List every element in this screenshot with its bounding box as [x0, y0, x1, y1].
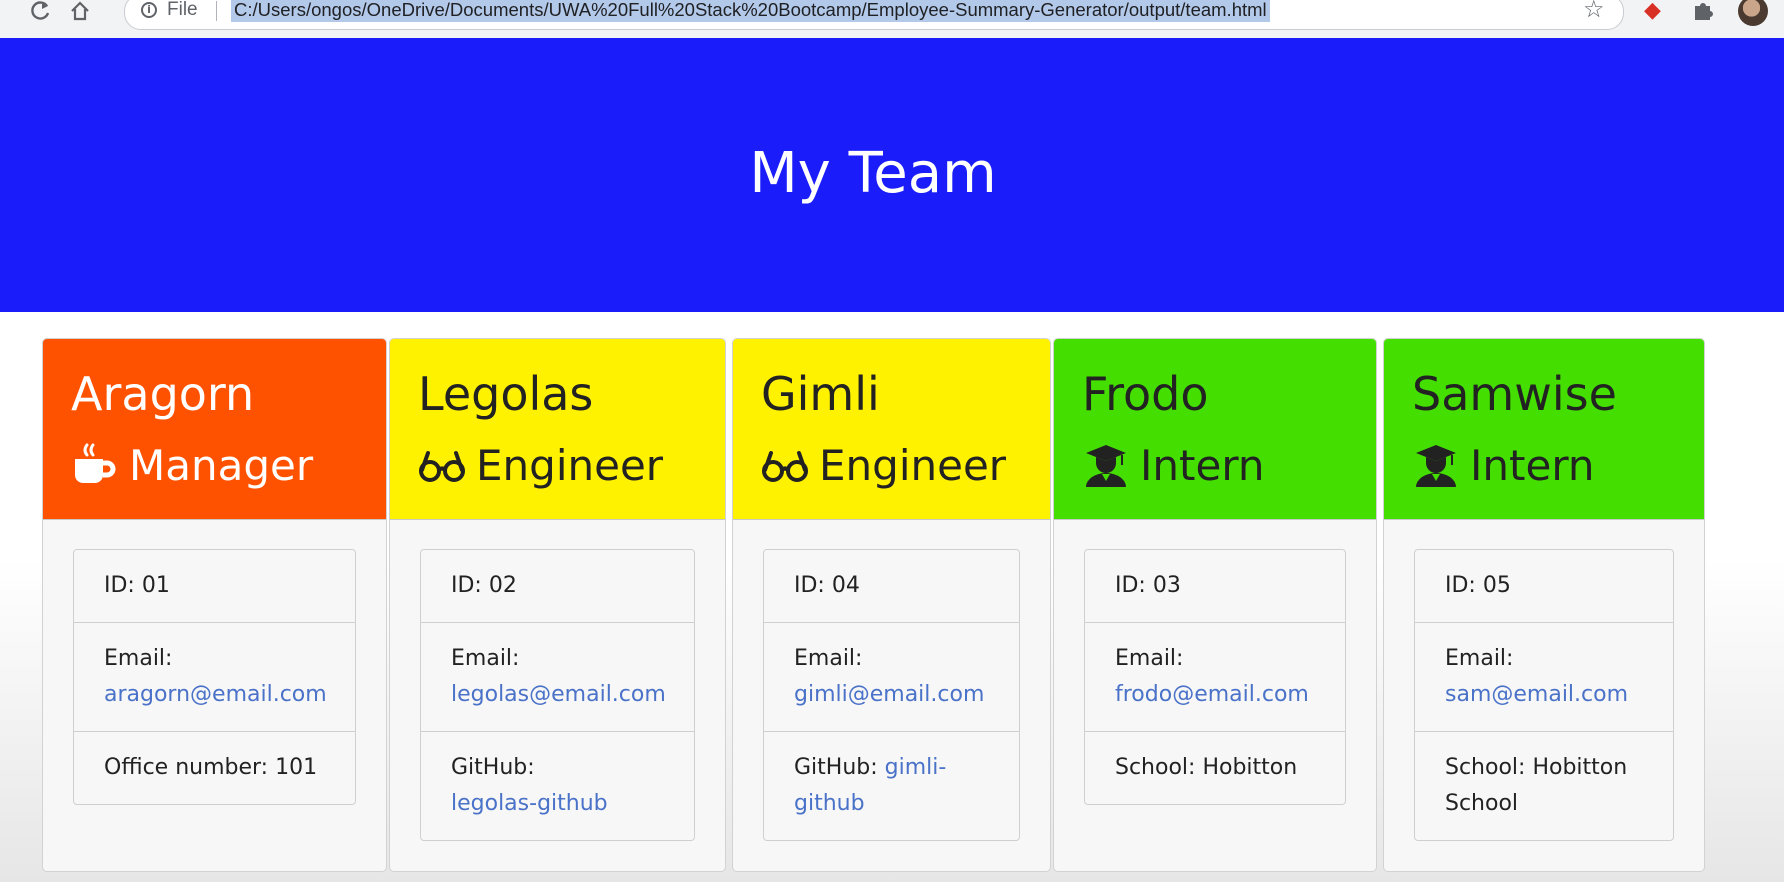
graduate-icon [1086, 445, 1126, 487]
employee-role: Intern [1082, 433, 1264, 497]
employee-id: ID: 01 [104, 573, 170, 598]
glasses-icon [762, 451, 808, 482]
employee-name: Frodo [1082, 367, 1209, 421]
list-item-github: GitHub: gimli-github [764, 731, 1019, 840]
employee-name: Gimli [761, 367, 880, 421]
file-scheme-label: File [167, 0, 198, 20]
card-header: Gimli Engineer [733, 339, 1050, 520]
github-label: GitHub: [451, 755, 535, 780]
email-label: Email: [1115, 646, 1184, 671]
employee-card: Frodo Intern ID: 03 Email: frodo@email.c… [1053, 338, 1377, 872]
profile-avatar[interactable] [1738, 0, 1768, 26]
employee-id: ID: 05 [1445, 573, 1511, 598]
home-icon[interactable] [68, 0, 92, 24]
list-item-email: Email: gimli@email.com [764, 622, 1019, 731]
email-label: Email: [1445, 646, 1514, 671]
glasses-icon [419, 451, 465, 482]
card-header: Frodo Intern [1054, 339, 1376, 520]
star-icon[interactable]: ☆ [1583, 0, 1605, 23]
list-item-id: ID: 05 [1415, 550, 1673, 622]
school-name: School: Hobitton [1115, 755, 1298, 780]
employee-card: Aragorn Manager ID: 01 Email: aragorn@em… [42, 338, 387, 872]
employee-role: Engineer [761, 433, 1006, 497]
mug-icon [75, 443, 116, 483]
employee-name: Aragorn [71, 367, 255, 421]
card-header: Samwise Intern [1384, 339, 1704, 520]
employee-role: Engineer [418, 433, 663, 497]
card-details-list: ID: 05 Email: sam@email.com School: Hobi… [1414, 549, 1674, 841]
email-label: Email: [104, 646, 173, 671]
card-header: Legolas Engineer [390, 339, 725, 520]
omnibox-separator [216, 1, 217, 21]
list-item-id: ID: 04 [764, 550, 1019, 622]
employee-role: Manager [71, 433, 313, 497]
list-item-email: Email: sam@email.com [1415, 622, 1673, 731]
employee-card: Samwise Intern ID: 05 Email: sam@email.c… [1383, 338, 1705, 872]
email-link[interactable]: gimli@email.com [794, 677, 989, 713]
email-link[interactable]: sam@email.com [1445, 677, 1643, 713]
role-label: Intern [1470, 440, 1595, 490]
email-link[interactable]: aragorn@email.com [104, 677, 327, 713]
list-item-email: Email: aragorn@email.com [74, 622, 355, 731]
extension-icon[interactable]: ◆ [1644, 0, 1661, 22]
list-item-id: ID: 01 [74, 550, 355, 622]
card-details-list: ID: 02 Email: legolas@email.com GitHub: … [420, 549, 695, 841]
url-text[interactable]: C:/Users/ongos/OneDrive/Documents/UWA%20… [231, 0, 1270, 22]
list-item-github: GitHub: legolas-github [421, 731, 694, 840]
email-link[interactable]: legolas@email.com [451, 677, 666, 713]
card-details-list: ID: 03 Email: frodo@email.com School: Ho… [1084, 549, 1346, 805]
card-details-list: ID: 01 Email: aragorn@email.com Office n… [73, 549, 356, 805]
list-item-id: ID: 03 [1085, 550, 1345, 622]
role-label: Intern [1140, 440, 1265, 490]
school-name: School: Hobitton School [1445, 755, 1628, 816]
reload-icon[interactable] [28, 0, 52, 24]
email-label: Email: [794, 646, 863, 671]
list-item-office: Office number: 101 [74, 731, 355, 804]
list-item-email: Email: frodo@email.com [1085, 622, 1345, 731]
employee-name: Samwise [1412, 367, 1617, 421]
employee-id: ID: 02 [451, 573, 517, 598]
email-label: Email: [451, 646, 520, 671]
employee-card: Legolas Engineer ID: 02 Email: legolas@e… [389, 338, 726, 872]
card-details-list: ID: 04 Email: gimli@email.com GitHub: gi… [763, 549, 1020, 841]
github-label: GitHub: [794, 755, 878, 780]
employee-name: Legolas [418, 367, 594, 421]
employee-role: Intern [1412, 433, 1594, 497]
role-label: Engineer [819, 440, 1007, 490]
office-number: Office number: 101 [104, 755, 318, 780]
puzzle-icon[interactable] [1692, 0, 1714, 27]
list-item-school: School: Hobitton School [1415, 731, 1673, 840]
graduate-icon [1416, 445, 1456, 487]
employee-id: ID: 03 [1115, 573, 1181, 598]
page-title: My Team [749, 141, 997, 206]
role-label: Manager [129, 440, 314, 490]
list-item-email: Email: legolas@email.com [421, 622, 694, 731]
role-label: Engineer [476, 440, 664, 490]
list-item-school: School: Hobitton [1085, 731, 1345, 804]
page-header: My Team [0, 38, 1784, 312]
email-link[interactable]: frodo@email.com [1115, 677, 1315, 713]
employee-card: Gimli Engineer ID: 04 Email: gimli@email… [732, 338, 1051, 872]
list-item-id: ID: 02 [421, 550, 694, 622]
employee-id: ID: 04 [794, 573, 860, 598]
github-link[interactable]: legolas-github [451, 791, 608, 816]
info-icon[interactable]: i [141, 2, 157, 18]
browser-toolbar: i File C:/Users/ongos/OneDrive/Documents… [0, 0, 1784, 39]
card-header: Aragorn Manager [43, 339, 386, 520]
address-bar[interactable]: i File C:/Users/ongos/OneDrive/Documents… [124, 0, 1624, 30]
